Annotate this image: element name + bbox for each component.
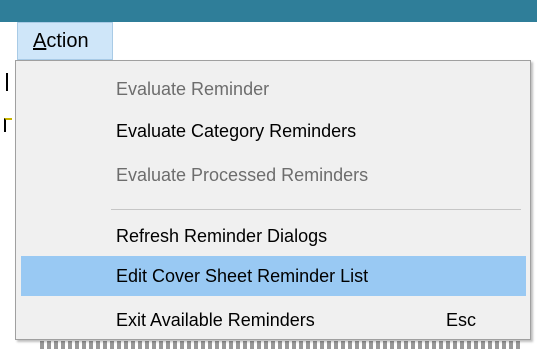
menu-action-accelerator: A: [33, 29, 47, 52]
menu-action[interactable]: Action: [17, 22, 113, 60]
action-dropdown-menu: Evaluate Reminder Evaluate Category Remi…: [15, 60, 531, 340]
menu-item-label: Refresh Reminder Dialogs: [116, 225, 328, 246]
menu-action-label: ction: [46, 29, 89, 52]
menu-item-label: Evaluate Category Reminders: [116, 120, 357, 141]
background-edge-mark: [6, 73, 8, 91]
menu-item-label: Evaluate Processed Reminders: [116, 164, 369, 185]
menu-item-evaluate-processed-reminders[interactable]: Evaluate Processed Reminders: [21, 155, 526, 195]
menu-item-exit-available-reminders[interactable]: Exit Available Reminders Esc: [21, 300, 526, 340]
menu-separator: [111, 209, 521, 210]
app-window: Action Evaluate Reminder Evaluate Catego…: [0, 0, 537, 349]
menu-item-shortcut: Esc: [446, 309, 477, 330]
menu-item-evaluate-category-reminders[interactable]: Evaluate Category Reminders: [21, 111, 526, 151]
menu-item-label: Edit Cover Sheet Reminder List: [116, 265, 369, 286]
menu-item-refresh-reminder-dialogs[interactable]: Refresh Reminder Dialogs: [21, 216, 526, 256]
menu-bar: Action: [0, 22, 537, 60]
menu-item-edit-cover-sheet-reminder-list[interactable]: Edit Cover Sheet Reminder List: [21, 256, 526, 296]
menu-item-label: Exit Available Reminders: [116, 309, 315, 330]
menu-item-evaluate-reminder[interactable]: Evaluate Reminder: [21, 69, 526, 109]
background-edge-mark: [4, 118, 12, 132]
menu-item-label: Evaluate Reminder: [116, 78, 270, 99]
background-text-fragment: [40, 341, 520, 349]
title-bar: [0, 0, 537, 22]
